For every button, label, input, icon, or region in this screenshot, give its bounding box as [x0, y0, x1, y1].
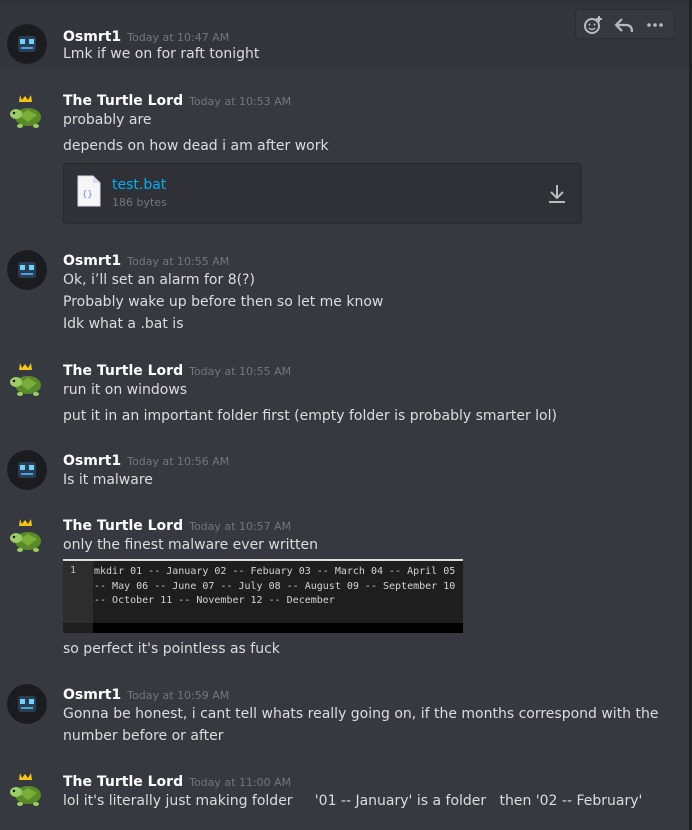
message-group[interactable]: The Turtle Lord Today at 11:00 AM lol it'…	[0, 762, 689, 830]
username[interactable]: The Turtle Lord	[63, 774, 183, 790]
username[interactable]: The Turtle Lord	[63, 93, 183, 109]
avatar[interactable]	[7, 250, 47, 290]
code-screenshot-image[interactable]: 1 mkdir 01 -- January 02 -- Febuary 03 -…	[63, 559, 463, 633]
download-icon[interactable]	[546, 183, 568, 205]
message-group[interactable]: Osmrt1 Today at 10:56 AM Is it malware	[0, 442, 689, 498]
add-reaction-icon	[584, 16, 602, 34]
avatar[interactable]	[7, 92, 47, 132]
message-text: run it on windows	[63, 382, 188, 398]
message-text: Lmk if we on for raft tonight	[63, 46, 260, 62]
file-attachment: {} test.bat 186 bytes	[63, 163, 582, 224]
message-group[interactable]: Osmrt1 Today at 10:55 AM Ok, i’ll set an …	[0, 240, 689, 340]
message-text: number before or after	[63, 728, 224, 744]
avatar[interactable]	[7, 516, 47, 556]
message-text: so perfect it's pointless as fuck	[63, 641, 280, 657]
message-text: depends on how dead i am after work	[63, 138, 329, 154]
message-text: probably are	[63, 112, 152, 128]
avatar[interactable]	[7, 770, 47, 810]
reply-icon	[614, 18, 634, 33]
timestamp: Today at 10:55 AM	[127, 255, 230, 268]
username[interactable]: Osmrt1	[63, 687, 121, 703]
turtle-avatar-icon	[10, 519, 41, 552]
more-options-icon	[647, 23, 663, 27]
turtle-avatar-icon	[10, 363, 41, 396]
message-header: The Turtle Lord Today at 10:55 AM	[63, 360, 291, 379]
avatar[interactable]	[7, 360, 47, 400]
timestamp: Today at 10:47 AM	[127, 31, 230, 44]
timestamp: Today at 10:53 AM	[189, 95, 292, 108]
message-group[interactable]: The Turtle Lord Today at 10:55 AM run it …	[0, 350, 689, 430]
message-text: Is it malware	[63, 472, 153, 488]
osmrt1-avatar-icon	[7, 24, 47, 64]
osmrt1-avatar-icon	[7, 684, 47, 724]
turtle-avatar-icon	[10, 95, 41, 128]
username[interactable]: Osmrt1	[63, 453, 121, 469]
code-image-bottom	[93, 623, 463, 633]
message-toolbar	[575, 9, 675, 39]
message-header: The Turtle Lord Today at 11:00 AM	[63, 771, 291, 790]
osmrt1-avatar-icon	[7, 450, 47, 490]
message-header: Osmrt1 Today at 10:55 AM	[63, 250, 229, 269]
message-text: lol it's literally just making folder '0…	[63, 793, 643, 809]
message-text: Ok, i’ll set an alarm for 8(?)	[63, 272, 255, 288]
svg-text:{}: {}	[82, 190, 93, 200]
username[interactable]: The Turtle Lord	[63, 363, 183, 379]
message-text: only the finest malware ever written	[63, 537, 318, 553]
message-header: Osmrt1 Today at 10:59 AM	[63, 684, 229, 703]
reply-button[interactable]	[613, 14, 635, 36]
message-header: The Turtle Lord Today at 10:57 AM	[63, 515, 291, 534]
timestamp: Today at 10:57 AM	[189, 520, 292, 533]
avatar[interactable]	[7, 684, 47, 724]
message-text: put it in an important folder first (emp…	[63, 408, 557, 424]
username[interactable]: Osmrt1	[63, 253, 121, 269]
message-header: Osmrt1 Today at 10:47 AM	[63, 26, 229, 45]
timestamp: Today at 10:59 AM	[127, 689, 230, 702]
add-reaction-button[interactable]	[582, 14, 604, 36]
avatar[interactable]	[7, 24, 47, 64]
timestamp: Today at 10:56 AM	[127, 455, 230, 468]
message-text: Gonna be honest, i cant tell whats reall…	[63, 706, 659, 722]
timestamp: Today at 10:55 AM	[189, 365, 292, 378]
message-group[interactable]: Osmrt1 Today at 10:47 AM Lmk if we on for…	[0, 4, 689, 68]
osmrt1-avatar-icon	[7, 250, 47, 290]
username[interactable]: Osmrt1	[63, 29, 121, 45]
code-gutter	[63, 561, 93, 623]
username[interactable]: The Turtle Lord	[63, 518, 183, 534]
turtle-avatar-icon	[10, 773, 41, 806]
timestamp: Today at 11:00 AM	[189, 776, 292, 789]
more-options-button[interactable]	[644, 14, 666, 36]
attachment-size: 186 bytes	[112, 196, 167, 209]
message-header: The Turtle Lord Today at 10:53 AM	[63, 90, 291, 109]
code-line-number: 1	[70, 565, 77, 576]
file-code-icon: {}	[77, 175, 101, 207]
message-text: Probably wake up before then so let me k…	[63, 294, 384, 310]
avatar[interactable]	[7, 450, 47, 490]
code-text: mkdir 01 -- January 02 -- Febuary 03 -- …	[94, 566, 462, 606]
message-group[interactable]: Osmrt1 Today at 10:59 AM Gonna be honest,…	[0, 676, 689, 756]
message-header: Osmrt1 Today at 10:56 AM	[63, 450, 229, 469]
message-text: Idk what a .bat is	[63, 316, 184, 332]
attachment-filename[interactable]: test.bat	[112, 177, 166, 193]
